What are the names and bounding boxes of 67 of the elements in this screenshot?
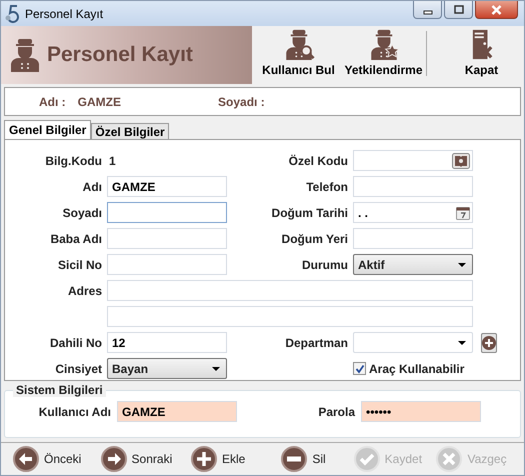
arrow-left-icon <box>13 446 39 472</box>
summary-label: Adı : <box>39 94 66 108</box>
x-icon <box>436 446 462 472</box>
app-icon <box>5 4 21 22</box>
window-title: Personel Kayıt <box>25 6 104 20</box>
summary-label: Soyadı : <box>218 94 265 108</box>
close-icon <box>491 4 502 14</box>
field-label: Doğum Tarihi <box>270 206 348 220</box>
dropdown-caret-icon <box>212 366 220 370</box>
dropdown-caret-icon <box>458 340 466 344</box>
person-icon <box>9 38 41 72</box>
calendar-icon[interactable] <box>456 206 470 220</box>
text-field[interactable] <box>107 202 227 223</box>
plus-icon <box>190 446 217 472</box>
field-label: Cinsiyet <box>54 362 102 376</box>
password-field[interactable]: •••••• <box>361 401 481 422</box>
date-field[interactable]: . . <box>353 202 473 223</box>
dropdown[interactable]: Aktif <box>353 254 473 275</box>
dropdown[interactable] <box>353 332 473 353</box>
text-field[interactable]: GAMZE <box>107 176 227 197</box>
lookup-field[interactable] <box>353 150 473 171</box>
group-title: Sistem Bilgileri <box>13 383 106 397</box>
field-label: Durumu <box>301 258 348 272</box>
minus-icon <box>281 446 308 472</box>
door-exit-icon <box>470 29 492 60</box>
arrow-right-icon <box>100 446 127 472</box>
action-button[interactable]: Sil <box>281 446 354 472</box>
tab[interactable]: Genel Bilgiler <box>4 120 92 139</box>
field-label: Soyadı <box>62 206 102 220</box>
summary-value: GAMZE <box>78 94 122 108</box>
toolbar-button[interactable]: Kapat <box>439 29 524 81</box>
minimize-button[interactable] <box>413 1 442 19</box>
header-title: Personel Kayıt <box>47 43 193 67</box>
field-label: Bilg.Kodu <box>44 154 102 168</box>
check-icon <box>354 364 364 374</box>
checkmark-icon <box>354 446 380 472</box>
username-field[interactable]: GAMZE <box>117 401 237 422</box>
maximize-button[interactable] <box>444 1 473 19</box>
action-button[interactable]: Önceki <box>13 446 101 472</box>
dropdown-caret-icon <box>458 262 466 266</box>
action-button[interactable]: Sonraki <box>100 446 191 472</box>
dropdown[interactable]: Bayan <box>107 358 227 379</box>
field-value: 1 <box>108 154 117 168</box>
add-button[interactable] <box>481 332 497 352</box>
field-label: Adres <box>66 284 102 298</box>
field-label: Parola <box>317 404 355 418</box>
field-label: Baba Adı <box>49 232 102 246</box>
text-field[interactable]: 12 <box>107 332 227 353</box>
field-label: Adı <box>82 180 102 194</box>
field-label: Sicil No <box>56 258 102 272</box>
plus-icon <box>482 336 496 350</box>
tab[interactable]: Özel Bilgiler <box>91 123 169 139</box>
book-icon[interactable] <box>452 152 470 168</box>
checkbox[interactable]: Araç Kullanabilir <box>353 362 473 376</box>
address-field[interactable] <box>107 280 473 301</box>
field-label: Telefon <box>305 180 348 194</box>
field-label: Kullanıcı Adı <box>38 404 111 418</box>
maximize-icon <box>454 4 464 14</box>
address-field[interactable] <box>107 306 473 327</box>
field-label: Özel Kodu <box>288 154 348 168</box>
field-label: Departman <box>284 336 348 350</box>
action-button[interactable]: Ekle <box>190 446 282 472</box>
toolbar-button[interactable]: Yetkilendirme <box>341 29 426 81</box>
field-label: Dahili No <box>48 336 102 350</box>
close-button[interactable] <box>475 1 518 19</box>
toolbar-button[interactable]: Kullanıcı Bul <box>256 29 341 81</box>
field-label: Doğum Yeri <box>280 232 348 246</box>
